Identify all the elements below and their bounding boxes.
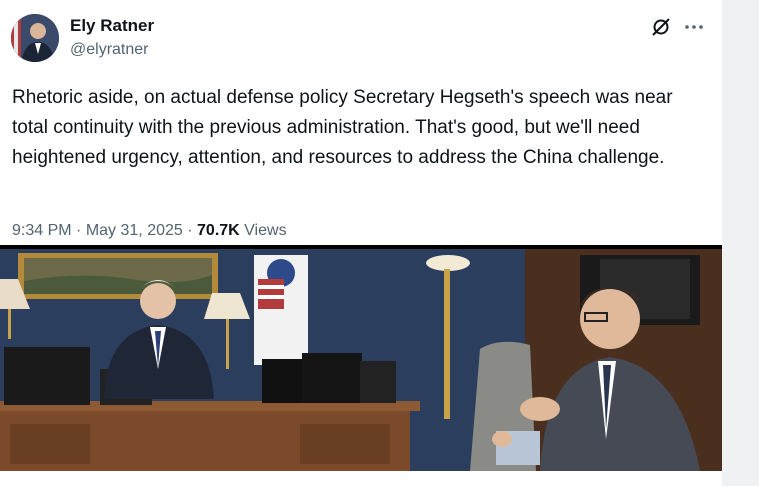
tweet-card: Ely Ratner @elyratner Rhetoric aside, on… (0, 0, 722, 486)
meta-separator: · (76, 222, 86, 239)
more-icon[interactable] (683, 16, 705, 38)
grok-icon[interactable] (650, 16, 672, 38)
meta-separator: · (187, 222, 198, 239)
tweet-time[interactable]: 9:34 PM (12, 222, 72, 239)
views-count: 70.7K (197, 222, 240, 239)
avatar[interactable] (11, 14, 59, 62)
tweet-meta: 9:34 PM · May 31, 2025 · 70.7K Views (12, 222, 287, 240)
tweet-date[interactable]: May 31, 2025 (86, 222, 183, 239)
author-handle[interactable]: @elyratner (70, 41, 149, 59)
tweet-photo[interactable] (0, 245, 722, 471)
views-label: Views (244, 222, 287, 239)
tweet-text: Rhetoric aside, on actual defense policy… (12, 87, 673, 168)
author-name[interactable]: Ely Ratner (70, 16, 154, 36)
